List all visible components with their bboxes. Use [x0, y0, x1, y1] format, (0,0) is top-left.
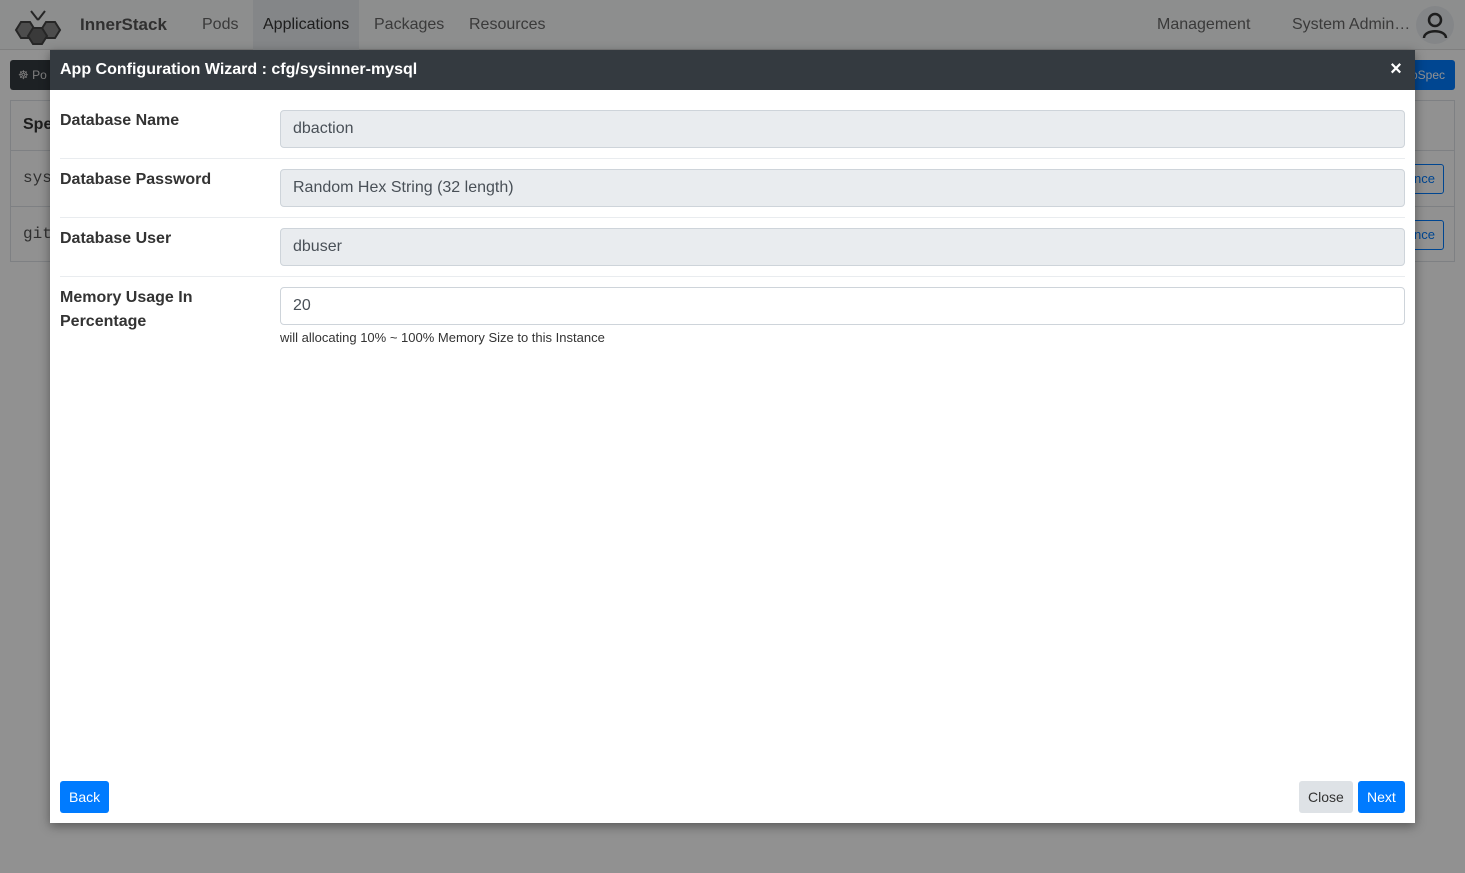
- modal-header: App Configuration Wizard : cfg/sysinner-…: [50, 50, 1415, 90]
- database-name-input[interactable]: [280, 110, 1405, 148]
- field-label: Database Name: [60, 112, 180, 129]
- field-label: Database Password: [60, 171, 212, 188]
- field-label: Memory Usage In Percentage: [60, 289, 193, 330]
- field-database-user: Database User: [60, 228, 1405, 277]
- memory-usage-input[interactable]: [280, 287, 1405, 325]
- field-label: Database User: [60, 230, 172, 247]
- field-database-name: Database Name: [60, 110, 1405, 159]
- back-button[interactable]: Back: [60, 781, 110, 813]
- database-user-input[interactable]: [280, 228, 1405, 266]
- app-config-wizard-modal: App Configuration Wizard : cfg/sysinner-…: [50, 50, 1415, 823]
- next-button[interactable]: Next: [1358, 781, 1405, 813]
- close-icon[interactable]: ×: [1385, 58, 1407, 80]
- memory-help-text: will allocating 10% ~ 100% Memory Size t…: [280, 330, 605, 345]
- field-database-password: Database Password: [60, 169, 1405, 218]
- database-password-input[interactable]: [280, 169, 1405, 207]
- close-button[interactable]: Close: [1299, 781, 1353, 813]
- field-memory-usage: Memory Usage In Percentage will allocati…: [60, 287, 1405, 357]
- modal-title: App Configuration Wizard : cfg/sysinner-…: [60, 61, 418, 78]
